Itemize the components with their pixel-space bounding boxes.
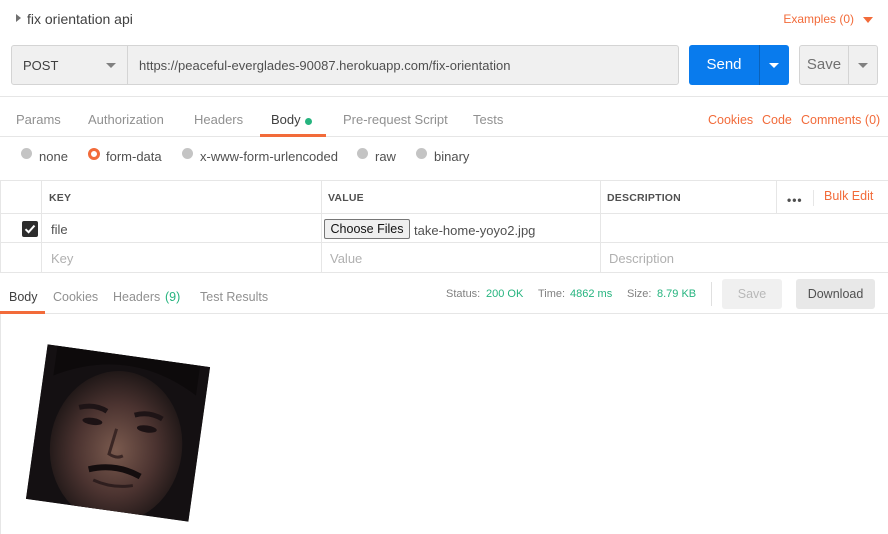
status-value: 200 OK [486,288,524,300]
radio-urlencoded-label[interactable]: x-www-form-urlencoded [200,149,338,164]
radio-none-label[interactable]: none [39,149,68,164]
comments-link[interactable]: Comments (0) [801,113,880,127]
checkmark-icon [24,224,36,234]
column-header-value: VALUE [328,192,364,204]
bulk-edit-link[interactable]: Bulk Edit [824,189,873,203]
chevron-down-icon[interactable] [863,17,873,23]
download-button[interactable]: Download [796,279,875,309]
key-cell[interactable]: file [51,222,68,237]
save-response-button[interactable]: Save [722,279,782,309]
response-bar: Body Cookies Headers (9) Test Results St… [0,272,888,314]
radio-none[interactable] [21,148,32,159]
send-button[interactable]: Send [689,45,759,85]
tab-params[interactable]: Params [16,112,61,127]
choose-files-button[interactable]: Choose Files [324,219,410,239]
response-headers-count[interactable]: (9) [165,290,180,304]
radio-form-data[interactable] [88,148,100,160]
examples-dropdown[interactable]: Examples (0) [783,12,854,26]
radio-binary-label[interactable]: binary [434,149,469,164]
response-tab-cookies[interactable]: Cookies [53,290,98,304]
chevron-down-icon [106,63,116,68]
column-header-key: KEY [49,192,72,204]
body-status-dot [305,118,312,125]
response-tab-test-results[interactable]: Test Results [200,290,268,304]
code-link[interactable]: Code [762,113,792,127]
url-input[interactable]: https://peaceful-everglades-90087.heroku… [127,45,679,85]
send-options-button[interactable] [759,45,789,85]
radio-raw-label[interactable]: raw [375,149,396,164]
time-value: 4862 ms [570,288,613,300]
size-label: Size: [627,288,652,300]
time-label: Time: [538,288,566,300]
radio-form-data-label[interactable]: form-data [106,149,162,164]
radio-raw[interactable] [357,148,368,159]
radio-binary[interactable] [416,148,427,159]
face-photo [25,344,211,522]
form-data-table: KEY VALUE DESCRIPTION file take-home-yoy… [0,180,888,273]
cookies-link[interactable]: Cookies [708,113,753,127]
key-input[interactable]: Key [51,251,73,266]
table-row-empty [0,242,888,273]
size-value: 8.79 KB [657,288,697,300]
value-input[interactable]: Value [330,251,362,266]
table-header-row [0,181,888,214]
request-tabs: Params Authorization Headers Body Pre-re… [0,96,888,137]
expand-caret-icon[interactable] [16,14,21,22]
method-select[interactable]: POST [11,45,128,85]
tab-tests[interactable]: Tests [473,112,503,127]
request-title-bar: fix orientation api Examples (0) [0,0,888,38]
file-name: take-home-yoyo2.jpg [414,223,536,238]
save-options-button[interactable] [848,45,878,85]
description-input[interactable]: Description [609,251,674,266]
tab-pre-request-script[interactable]: Pre-request Script [343,112,448,127]
method-label: POST [23,58,59,73]
request-name[interactable]: fix orientation api [27,11,133,27]
response-tab-body[interactable]: Body [9,290,38,304]
tab-body[interactable]: Body [271,112,301,127]
response-tab-headers[interactable]: Headers [113,290,160,304]
tab-headers[interactable]: Headers [194,112,243,127]
status-label: Status: [446,288,481,300]
body-mode-radios: none form-data x-www-form-urlencoded raw… [0,137,888,181]
save-button[interactable]: Save [799,45,849,85]
radio-urlencoded[interactable] [182,148,193,159]
column-header-description: DESCRIPTION [607,192,681,204]
tab-authorization[interactable]: Authorization [88,112,164,127]
more-options-icon[interactable]: ••• [787,193,803,207]
row-enabled-checkbox[interactable] [22,221,38,237]
response-image [25,344,211,522]
